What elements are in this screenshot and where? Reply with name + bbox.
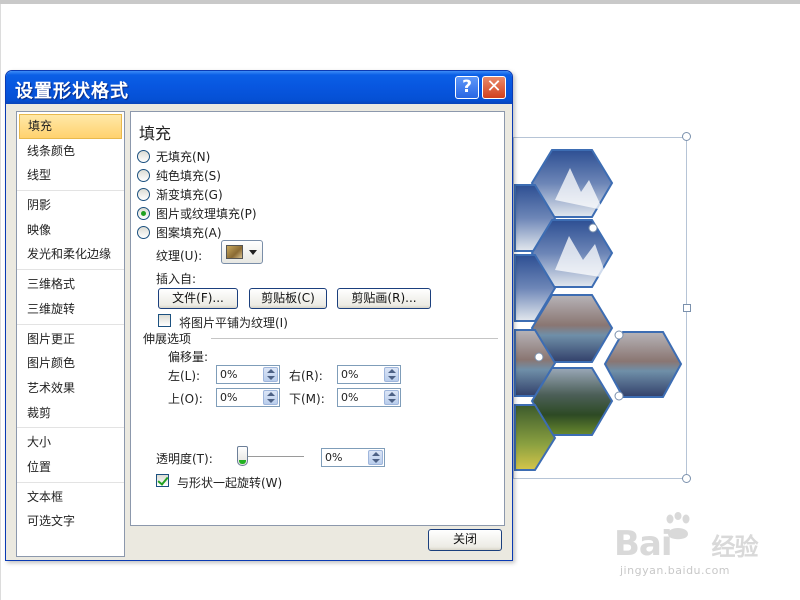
sidebar-item-crop[interactable]: 裁剪 (19, 401, 122, 426)
radio-solid-fill[interactable]: 纯色填充(S) (137, 167, 221, 184)
tile-checkbox-label: 将图片平铺为纹理(I) (179, 316, 288, 330)
sidebar-item-alt-text[interactable]: 可选文字 (19, 509, 122, 534)
transparency-label: 透明度(T): (156, 452, 213, 466)
stretch-section-label: 伸展选项 (143, 332, 192, 346)
watermark-site: jingyan.baidu.com (620, 564, 731, 577)
category-group: 三维格式 三维旋转 (17, 272, 124, 325)
texture-swatch-icon (226, 245, 243, 259)
radio-circle-selected[interactable] (137, 207, 150, 220)
radio-label: 渐变填充(G) (156, 188, 223, 202)
sidebar-item-line-style[interactable]: 线型 (19, 163, 122, 188)
radio-circle[interactable] (137, 226, 150, 239)
left-offset-stepper[interactable]: 0% (216, 365, 280, 384)
category-group: 文本框 可选文字 (17, 485, 124, 534)
right-offset-value: 0% (341, 368, 359, 381)
bottom-offset-stepper[interactable]: 0% (337, 388, 401, 407)
fill-panel: 填充 无填充(N) 纯色填充(S) 渐变填充(G) 图片或纹理填充(P) 图案填… (130, 111, 505, 526)
transparency-value: 0% (325, 451, 343, 464)
hexagon-picture-shape[interactable] (495, 140, 695, 480)
spin-arrows-icon[interactable] (384, 367, 399, 382)
help-button[interactable]: ? (455, 76, 479, 99)
hexagon-tile (603, 331, 683, 398)
clipart-button[interactable]: 剪贴画(R)... (337, 288, 431, 309)
top-border (0, 0, 800, 4)
close-button[interactable]: 关闭 (428, 529, 502, 551)
sidebar-item-fill[interactable]: 填充 (19, 114, 122, 139)
section-divider (211, 338, 498, 339)
top-offset-value: 0% (220, 391, 238, 404)
transparency-stepper[interactable]: 0% (321, 448, 385, 467)
top-offset-stepper[interactable]: 0% (216, 388, 280, 407)
radio-label: 图案填充(A) (156, 226, 222, 240)
sidebar-item-size[interactable]: 大小 (19, 430, 122, 455)
right-offset-label: 右(R): (289, 369, 323, 383)
paw-icon (666, 512, 690, 540)
left-offset-label: 左(L): (168, 369, 201, 383)
tile-checkbox[interactable] (158, 314, 171, 327)
clipboard-button[interactable]: 剪贴板(C) (249, 288, 327, 309)
category-group: 大小 位置 (17, 430, 124, 483)
sidebar-item-shadow[interactable]: 阴影 (19, 193, 122, 218)
sidebar-item-text-box[interactable]: 文本框 (19, 485, 122, 510)
spin-arrows-icon[interactable] (263, 367, 278, 382)
dialog-titlebar[interactable]: 设置形状格式 ? ✕ (6, 71, 512, 104)
sidebar-item-line-color[interactable]: 线条颜色 (19, 139, 122, 164)
radio-no-fill[interactable]: 无填充(N) (137, 148, 210, 165)
sidebar-item-3d-rotation[interactable]: 三维旋转 (19, 297, 122, 322)
category-group: 图片更正 图片颜色 艺术效果 裁剪 (17, 327, 124, 429)
format-shape-dialog: 设置形状格式 ? ✕ 填充 线条颜色 线型 阴影 映像 发光和柔化边缘 三维格式… (5, 70, 513, 561)
category-list: 填充 线条颜色 线型 阴影 映像 发光和柔化边缘 三维格式 三维旋转 图片更正 … (16, 111, 125, 557)
radio-circle[interactable] (137, 150, 150, 163)
baidu-jingyan-watermark: Bai 经验 jingyan.baidu.com (612, 510, 792, 590)
sidebar-item-position[interactable]: 位置 (19, 455, 122, 480)
category-group: 阴影 映像 发光和柔化边缘 (17, 193, 124, 271)
category-group: 填充 线条颜色 线型 (17, 114, 124, 192)
radio-circle[interactable] (137, 188, 150, 201)
sidebar-item-3d-format[interactable]: 三维格式 (19, 272, 122, 297)
insert-from-label: 插入自: (156, 272, 197, 286)
left-border (0, 4, 1, 600)
texture-label: 纹理(U): (156, 249, 203, 263)
bottom-offset-value: 0% (341, 391, 359, 404)
right-offset-stepper[interactable]: 0% (337, 365, 401, 384)
rotate-with-shape-checkbox[interactable] (156, 474, 169, 487)
radio-picture-fill[interactable]: 图片或纹理填充(P) (137, 205, 257, 222)
sidebar-item-picture-corrections[interactable]: 图片更正 (19, 327, 122, 352)
title-close-button[interactable]: ✕ (482, 76, 506, 99)
sidebar-item-picture-color[interactable]: 图片颜色 (19, 351, 122, 376)
left-offset-value: 0% (220, 368, 238, 381)
sidebar-item-artistic-effects[interactable]: 艺术效果 (19, 376, 122, 401)
spin-arrows-icon[interactable] (368, 450, 383, 465)
top-offset-label: 上(O): (168, 392, 203, 406)
chevron-down-icon (249, 250, 257, 255)
file-button[interactable]: 文件(F)... (158, 288, 238, 309)
sidebar-item-reflection[interactable]: 映像 (19, 218, 122, 243)
spin-arrows-icon[interactable] (263, 390, 278, 405)
offset-label: 偏移量: (168, 350, 209, 364)
spin-arrows-icon[interactable] (384, 390, 399, 405)
watermark-logo-end: 经验 (711, 533, 759, 561)
radio-label: 纯色填充(S) (156, 169, 221, 183)
radio-circle[interactable] (137, 169, 150, 182)
radio-pattern-fill[interactable]: 图案填充(A) (137, 224, 222, 241)
radio-label: 图片或纹理填充(P) (156, 207, 257, 221)
bottom-offset-label: 下(M): (289, 392, 325, 406)
dialog-title: 设置形状格式 (15, 81, 129, 102)
panel-title: 填充 (139, 124, 172, 143)
texture-dropdown[interactable] (221, 240, 263, 264)
transparency-slider-thumb[interactable] (237, 446, 248, 466)
sidebar-item-glow[interactable]: 发光和柔化边缘 (19, 242, 122, 267)
radio-label: 无填充(N) (156, 150, 211, 164)
radio-gradient-fill[interactable]: 渐变填充(G) (137, 186, 223, 203)
rotate-with-shape-label: 与形状一起旋转(W) (177, 476, 283, 490)
